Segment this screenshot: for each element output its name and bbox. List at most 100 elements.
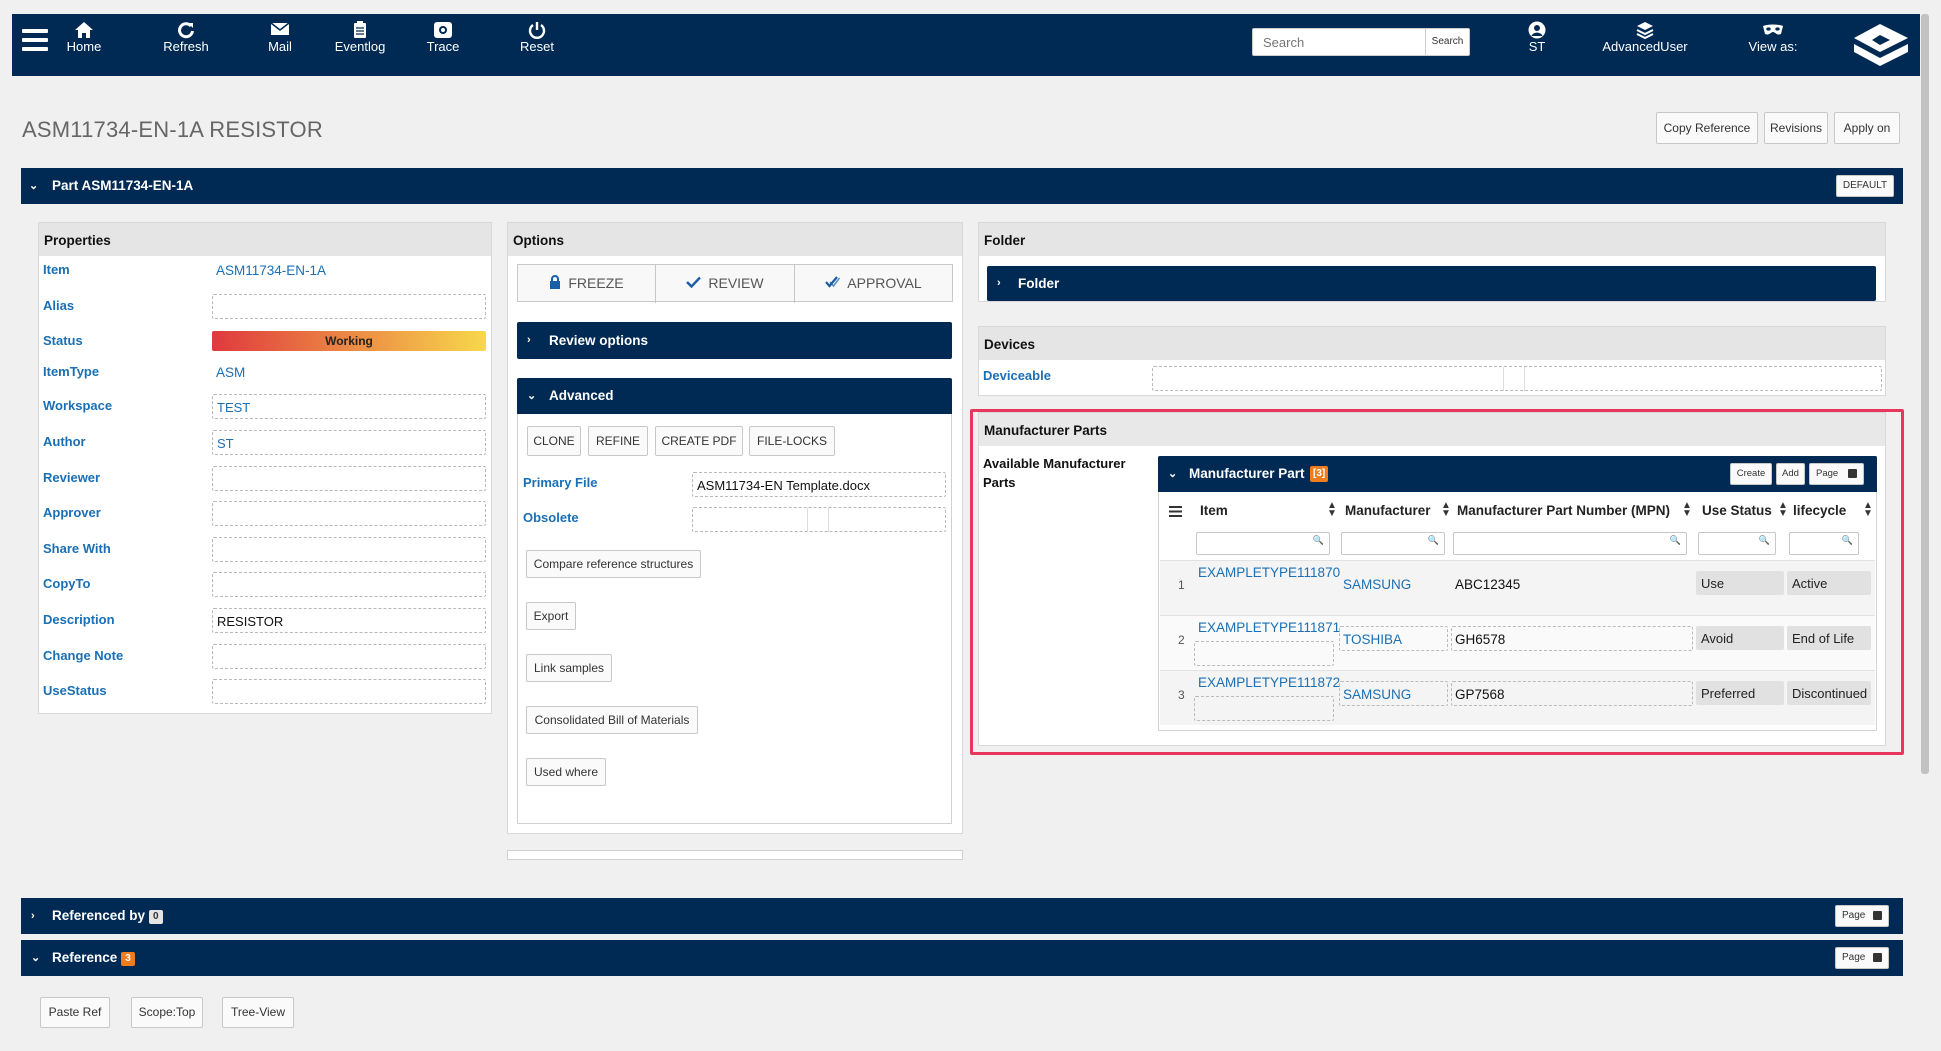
create-pdf-button[interactable]: CREATE PDF — [655, 426, 743, 456]
external-link-icon — [1873, 911, 1882, 920]
mfr-grid-header[interactable]: ⌄ Manufacturer Part [3] Create Add Page — [1158, 456, 1877, 492]
clone-button[interactable]: CLONE — [527, 426, 581, 456]
view-as-menu[interactable]: View as: — [1738, 14, 1808, 76]
user-label: ST — [1528, 39, 1546, 54]
row-lifecycle[interactable]: End of Life — [1787, 626, 1871, 650]
col-header-manufacturer-part-number-mpn[interactable]: Manufacturer Part Number (MPN) — [1457, 503, 1670, 518]
freeze-tab[interactable]: FREEZE — [518, 265, 656, 303]
primary-file-field[interactable]: ASM11734-EN Template.docx — [692, 472, 946, 497]
row-use-status[interactable]: Use — [1696, 571, 1784, 595]
review-tab[interactable]: REVIEW — [656, 265, 795, 303]
prop-value-itemtype[interactable]: ASM — [216, 365, 245, 380]
advanced-bar[interactable]: ⌄ Advanced — [517, 378, 952, 414]
row-lifecycle[interactable]: Active — [1787, 571, 1871, 595]
col-header-use-status[interactable]: Use Status — [1702, 503, 1772, 518]
nav-mail[interactable]: Mail — [255, 14, 305, 76]
reference-count: 3 — [121, 952, 135, 966]
consolidated-bom-button[interactable]: Consolidated Bill of Materials — [526, 706, 698, 734]
compare-reference-structures-button[interactable]: Compare reference structures — [526, 550, 701, 578]
scrollbar-thumb[interactable] — [1921, 14, 1929, 774]
prop-value-workspace[interactable]: TEST — [212, 394, 486, 419]
row-item-link[interactable]: EXAMPLETYPE111871 — [1198, 620, 1340, 635]
reference-bar[interactable]: ⌄ Reference 3 Page — [21, 940, 1903, 976]
part-section-bar[interactable]: ⌄ Part ASM11734-EN-1A DEFAULT — [21, 168, 1903, 204]
prop-value-share-with[interactable] — [212, 537, 486, 562]
row-use-status[interactable]: Avoid — [1696, 626, 1784, 650]
prop-value-usestatus[interactable] — [212, 679, 486, 704]
row-number: 1 — [1178, 578, 1185, 592]
prop-value-approver[interactable] — [212, 501, 486, 526]
prop-value-copyto[interactable] — [212, 572, 486, 597]
approval-tab[interactable]: APPROVAL — [795, 265, 952, 303]
folder-bar[interactable]: › Folder — [987, 266, 1876, 301]
add-button[interactable]: Add — [1776, 463, 1805, 485]
link-samples-button[interactable]: Link samples — [526, 654, 612, 682]
hamburger-menu-icon[interactable] — [22, 29, 48, 56]
prop-value-change-note[interactable] — [212, 644, 486, 669]
paste-ref-button[interactable]: Paste Ref — [40, 997, 110, 1028]
nav-trace[interactable]: Trace — [418, 14, 468, 76]
prop-value-author[interactable]: ST — [212, 430, 486, 455]
sort-icon[interactable]: ▲ ▼ — [1327, 501, 1337, 519]
search-input[interactable] — [1253, 29, 1423, 55]
row-use-status[interactable]: Preferred — [1696, 681, 1784, 705]
deviceable-field[interactable] — [1152, 366, 1882, 391]
deviceable-checkbox[interactable] — [1503, 367, 1525, 391]
row-item-link[interactable]: EXAMPLETYPE111870 — [1198, 565, 1340, 580]
available-mfr-parts-label: Available Manufacturer Parts — [983, 456, 1126, 490]
row-lifecycle[interactable]: Discontinued — [1787, 681, 1871, 705]
col-header-lifecycle[interactable]: lifecycle — [1793, 503, 1846, 518]
row-item-field[interactable] — [1194, 696, 1334, 721]
used-where-button[interactable]: Used where — [526, 758, 606, 786]
nav-home[interactable]: Home — [54, 14, 114, 76]
row-manufacturer[interactable]: TOSHIBA — [1343, 632, 1402, 647]
file-locks-button[interactable]: FILE-LOCKS — [749, 426, 835, 456]
page-button[interactable]: Page — [1809, 463, 1864, 485]
create-button[interactable]: Create — [1730, 463, 1772, 485]
col-header-manufacturer[interactable]: Manufacturer — [1345, 503, 1431, 518]
referenced-by-page-button[interactable]: Page — [1835, 905, 1889, 927]
column-filter-input[interactable]: 🔍 — [1341, 532, 1445, 555]
column-menu-icon[interactable] — [1169, 505, 1182, 520]
prop-value-description[interactable]: RESISTOR — [212, 608, 486, 633]
user-menu[interactable]: ST — [1512, 14, 1562, 76]
referenced-by-bar[interactable]: › Referenced by 0 Page — [21, 898, 1903, 934]
obsolete-field[interactable] — [692, 507, 946, 532]
role-menu[interactable]: AdvancedUser — [1590, 14, 1700, 76]
prop-value-item[interactable]: ASM11734-EN-1A — [216, 263, 326, 278]
column-filter-input[interactable]: 🔍 — [1196, 532, 1330, 555]
revisions-button[interactable]: Revisions — [1764, 112, 1828, 144]
obsolete-checkbox[interactable] — [807, 508, 829, 532]
nav-reset[interactable]: Reset — [512, 14, 562, 76]
sort-icon[interactable]: ▲ ▼ — [1441, 501, 1451, 519]
refine-button[interactable]: REFINE — [588, 426, 648, 456]
column-filter-input[interactable]: 🔍 — [1453, 532, 1687, 555]
prop-value-reviewer[interactable] — [212, 466, 486, 491]
sort-icon[interactable]: ▲ ▼ — [1778, 501, 1788, 519]
row-item-link[interactable]: EXAMPLETYPE111872 — [1198, 675, 1340, 690]
reference-page-button[interactable]: Page — [1835, 947, 1889, 969]
row-manufacturer[interactable]: SAMSUNG — [1343, 687, 1411, 702]
prop-label-workspace: Workspace — [43, 398, 113, 413]
search-icon: 🔍 — [1758, 535, 1770, 545]
apply-on-button[interactable]: Apply on — [1834, 112, 1900, 144]
col-header-item[interactable]: Item — [1200, 503, 1228, 518]
scope-top-button[interactable]: Scope:Top — [131, 997, 203, 1028]
export-button[interactable]: Export — [526, 602, 576, 630]
sort-icon[interactable]: ▲ ▼ — [1863, 501, 1873, 519]
column-filter-input[interactable]: 🔍 — [1789, 532, 1859, 555]
column-filter-input[interactable]: 🔍 — [1698, 532, 1776, 555]
review-options-bar[interactable]: › Review options — [517, 322, 952, 359]
row-manufacturer[interactable]: SAMSUNG — [1343, 577, 1411, 592]
mfr-grid-title: Manufacturer Part — [1189, 466, 1305, 481]
tree-view-button[interactable]: Tree-View — [222, 997, 294, 1028]
default-button[interactable]: DEFAULT — [1836, 175, 1894, 197]
row-item-field[interactable] — [1194, 641, 1334, 666]
search-button[interactable]: Search — [1425, 29, 1469, 55]
sort-icon[interactable]: ▲ ▼ — [1682, 501, 1692, 519]
copy-reference-button[interactable]: Copy Reference — [1656, 112, 1758, 144]
nav-eventlog[interactable]: Eventlog — [328, 14, 392, 76]
prop-value-status[interactable]: Working — [212, 331, 486, 351]
nav-refresh[interactable]: Refresh — [154, 14, 218, 76]
prop-value-alias[interactable] — [212, 294, 486, 319]
